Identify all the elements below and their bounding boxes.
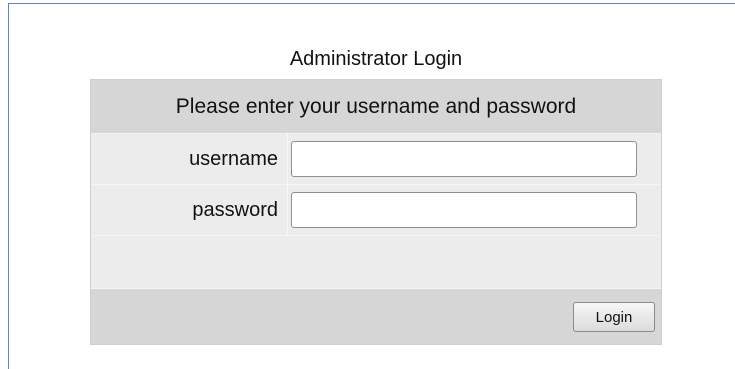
frame-border-top xyxy=(8,3,735,4)
login-prompt: Please enter your username and password xyxy=(91,80,661,134)
username-row: username xyxy=(91,134,661,185)
spacer-row xyxy=(91,236,661,289)
login-page: Administrator Login Please enter your us… xyxy=(0,0,735,369)
password-label: password xyxy=(192,199,278,221)
field-divider xyxy=(287,185,288,235)
frame-border-left xyxy=(8,3,9,369)
password-input[interactable] xyxy=(291,192,637,228)
login-form: Please enter your username and password … xyxy=(90,79,662,345)
password-row: password xyxy=(91,185,661,236)
field-divider xyxy=(287,134,288,184)
form-footer: Login xyxy=(91,289,661,344)
username-label: username xyxy=(189,148,278,170)
login-button[interactable]: Login xyxy=(573,302,655,332)
username-input[interactable] xyxy=(291,141,637,177)
page-title: Administrator Login xyxy=(289,48,463,70)
